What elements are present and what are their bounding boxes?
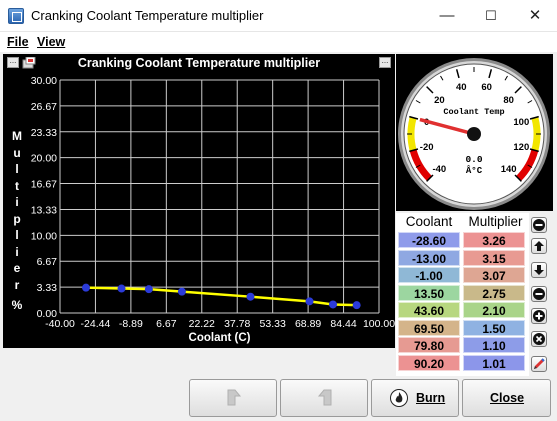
cell-coolant[interactable]: 79.80 — [398, 337, 460, 353]
y-tick-label: 20.00 — [31, 153, 57, 165]
x-tick-label: 100.00 — [363, 318, 395, 330]
move-down-button[interactable] — [531, 262, 547, 278]
cell-multiplier[interactable]: 2.10 — [463, 302, 525, 318]
gauge-tick-label: 40 — [456, 82, 467, 93]
arrow-down-icon — [534, 265, 544, 275]
gauge-value: 0.0 — [465, 154, 482, 165]
y-tick-label: 6.67 — [37, 256, 58, 268]
cell-multiplier[interactable]: 1.10 — [463, 337, 525, 353]
coolant-temp-gauge: -40-20020406080100120140Coolant Temp0.0Â… — [398, 58, 550, 210]
cell-multiplier[interactable]: 3.15 — [463, 249, 525, 266]
data-point[interactable] — [305, 297, 314, 306]
cell-multiplier[interactable]: 1.50 — [463, 319, 525, 336]
redo-button[interactable] — [280, 379, 368, 417]
minus-circle-icon — [533, 219, 545, 231]
increment-button[interactable] — [531, 308, 547, 324]
data-point[interactable] — [81, 283, 90, 292]
flame-icon — [390, 389, 408, 407]
y-tick-label: 30.00 — [31, 75, 57, 87]
minimize-button[interactable]: — — [432, 6, 462, 26]
cell-coolant[interactable]: -13.00 — [398, 249, 460, 266]
redo-icon — [317, 389, 332, 406]
cell-coolant[interactable]: -1.00 — [398, 267, 460, 283]
data-point[interactable] — [328, 300, 337, 309]
menu-bar: File View — [0, 32, 557, 52]
gauge-tick-label: 80 — [503, 95, 514, 106]
close-window-button[interactable]: ✕ — [520, 6, 550, 26]
move-up-button[interactable] — [531, 238, 547, 254]
data-point[interactable] — [246, 292, 255, 301]
series-line — [85, 286, 357, 307]
gauge-unit: Â°C — [466, 165, 483, 176]
data-point[interactable] — [144, 285, 153, 294]
gauge-panel: -40-20020406080100120140Coolant Temp0.0Â… — [396, 54, 553, 211]
x-circle-icon — [533, 333, 545, 345]
cell-multiplier[interactable]: 3.07 — [463, 267, 525, 283]
app-window-icon — [8, 8, 24, 24]
y-tick-label: 23.33 — [31, 127, 57, 139]
pencil-icon — [534, 358, 545, 369]
y-tick-label: 10.00 — [31, 230, 57, 242]
maximize-button[interactable]: ☐ — [476, 6, 506, 26]
x-tick-label: -8.89 — [119, 318, 143, 330]
gauge-tick-label: -40 — [432, 164, 446, 175]
gauge-hub — [467, 127, 481, 141]
y-tick-label: 13.33 — [31, 204, 57, 216]
undo-icon — [227, 389, 242, 406]
minus-circle-icon — [533, 288, 545, 300]
gauge-tick-label: 20 — [434, 95, 445, 106]
gauge-tick-label: 100 — [513, 117, 529, 128]
gauge-tick-label: 120 — [513, 142, 529, 153]
edit-button[interactable] — [531, 356, 547, 372]
title-bar: Cranking Coolant Temperature multiplier … — [0, 0, 557, 32]
x-tick-label: 37.78 — [224, 318, 250, 330]
y-tick-label: 16.67 — [31, 179, 57, 191]
data-point[interactable] — [177, 287, 186, 296]
column-header-coolant: Coolant — [405, 214, 453, 229]
menu-file[interactable]: File — [7, 35, 29, 49]
y-tick-label: 26.67 — [31, 101, 57, 113]
data-point[interactable] — [352, 301, 361, 310]
burn-button-label: Burn — [416, 391, 446, 405]
menu-view[interactable]: View — [37, 35, 65, 49]
x-tick-label: -40.00 — [45, 318, 75, 330]
burn-button[interactable]: Burn — [371, 379, 459, 417]
x-tick-label: 68.89 — [295, 318, 321, 330]
clear-button[interactable] — [531, 331, 547, 347]
undo-button[interactable] — [189, 379, 277, 417]
close-button[interactable]: Close — [462, 379, 551, 417]
gauge-tick-label: 60 — [481, 82, 492, 93]
chart-plot: 30.00 26.67 23.33 20.00 16.67 13.33 10.00 6.67 3… — [31, 75, 395, 344]
x-tick-label: 84.44 — [330, 318, 356, 330]
chart-panel: ... Cranking Coolant Temperature multipl… — [3, 54, 395, 348]
x-tick-label: 6.67 — [156, 318, 177, 330]
y-tick-label: 3.33 — [37, 282, 58, 294]
arrow-up-icon — [534, 241, 544, 251]
x-tick-label: 53.33 — [260, 318, 286, 330]
collapse-button[interactable] — [531, 217, 547, 233]
x-tick-label: -24.44 — [81, 318, 111, 330]
cell-coolant[interactable]: -28.60 — [398, 232, 460, 248]
cell-multiplier[interactable]: 3.26 — [463, 232, 525, 248]
cell-multiplier[interactable]: 1.01 — [463, 354, 525, 371]
gauge-tick-label: 140 — [501, 164, 517, 175]
gauge-tick-label: -20 — [420, 142, 434, 153]
plus-circle-icon — [533, 310, 545, 322]
window-title: Cranking Coolant Temperature multiplier — [31, 8, 264, 23]
cell-coolant[interactable]: 69.50 — [398, 319, 460, 336]
close-button-label: Close — [490, 391, 525, 405]
x-tick-label: 22.22 — [189, 318, 215, 330]
cell-coolant[interactable]: 43.60 — [398, 302, 460, 318]
decrement-button[interactable] — [531, 286, 547, 302]
cell-multiplier[interactable]: 2.75 — [463, 284, 525, 301]
data-point[interactable] — [117, 284, 126, 293]
gauge-title: Coolant Temp — [443, 107, 504, 117]
cell-coolant[interactable]: 90.20 — [398, 354, 460, 371]
column-header-multiplier: Multiplier — [468, 214, 523, 229]
x-axis-label: Coolant (C) — [189, 332, 251, 344]
cell-coolant[interactable]: 13.50 — [398, 284, 460, 301]
data-table: Coolant Multiplier -28.60 3.26 -13.00 3.15-… — [396, 213, 529, 376]
